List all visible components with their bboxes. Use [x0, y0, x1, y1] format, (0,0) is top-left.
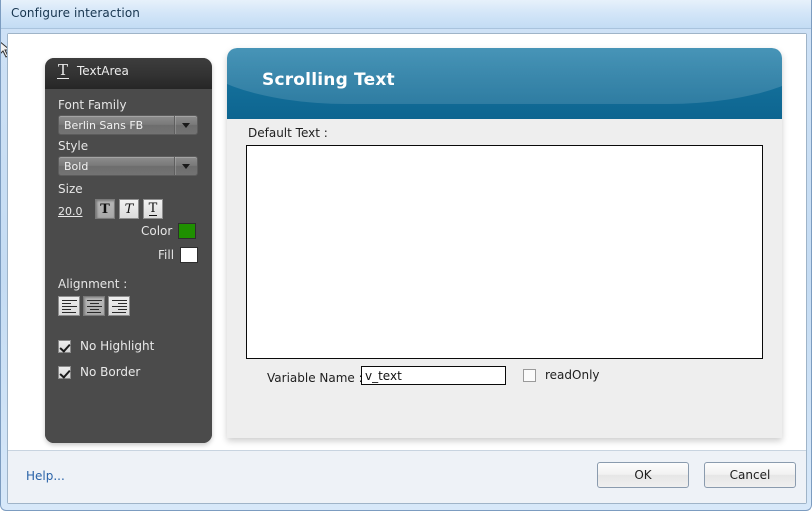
- color-label: Color: [141, 224, 173, 238]
- properties-tab-inner: T TextArea: [57, 63, 129, 79]
- variable-name-input[interactable]: v_text: [361, 366, 506, 385]
- help-link[interactable]: Help...: [26, 469, 65, 483]
- size-label: Size: [58, 182, 83, 196]
- default-text-input[interactable]: [246, 145, 763, 359]
- card-header: Scrolling Text: [227, 48, 782, 119]
- ok-button[interactable]: OK: [597, 462, 689, 488]
- window-title: Configure interaction: [11, 6, 140, 20]
- style-label: Style: [58, 139, 89, 153]
- dialog-client-area: T TextArea Font Family Berlin Sans FB St…: [7, 33, 807, 504]
- properties-tab-label: TextArea: [77, 64, 129, 78]
- no-border-label: No Border: [80, 365, 141, 379]
- dialog-window: Configure interaction T TextArea Font Fa…: [0, 0, 812, 511]
- chevron-down-icon[interactable]: [174, 116, 197, 134]
- card-title: Scrolling Text: [262, 70, 395, 90]
- alignment-label: Alignment :: [58, 277, 128, 291]
- font-family-value: Berlin Sans FB: [64, 118, 144, 132]
- read-only-label: readOnly: [545, 368, 600, 382]
- dialog-content: T TextArea Font Family Berlin Sans FB St…: [8, 34, 806, 452]
- no-border-checkbox[interactable]: No Border: [58, 365, 140, 379]
- properties-tab-textarea[interactable]: T TextArea: [45, 58, 212, 90]
- size-value[interactable]: 20.0: [58, 205, 83, 218]
- no-highlight-checkbox[interactable]: No Highlight: [58, 339, 154, 353]
- align-right-button[interactable]: [108, 296, 130, 316]
- default-text-label: Default Text :: [248, 126, 328, 140]
- italic-button[interactable]: T: [119, 199, 139, 219]
- dialog-footer: Help... OK Cancel: [8, 450, 806, 503]
- font-family-label: Font Family: [58, 98, 127, 112]
- checkbox-box-icon: [523, 368, 536, 382]
- no-highlight-label: No Highlight: [80, 339, 155, 353]
- read-only-checkbox[interactable]: readOnly: [523, 368, 600, 382]
- text-t-icon: T: [57, 61, 70, 79]
- checkmark-icon: [58, 365, 71, 379]
- title-bar: Configure interaction: [1, 0, 811, 29]
- align-center-button[interactable]: [83, 296, 105, 316]
- card-body: Default Text : Variable Name : v_text re…: [227, 119, 782, 438]
- cancel-button[interactable]: Cancel: [704, 462, 796, 488]
- properties-panel: T TextArea Font Family Berlin Sans FB St…: [45, 58, 212, 443]
- style-select[interactable]: Bold: [58, 156, 198, 176]
- fill-row: Fill: [158, 247, 199, 263]
- chevron-down-icon[interactable]: [174, 157, 197, 175]
- bold-button[interactable]: T: [95, 199, 115, 219]
- align-left-button[interactable]: [58, 296, 80, 316]
- fill-swatch[interactable]: [180, 247, 199, 263]
- color-swatch[interactable]: [178, 223, 197, 239]
- color-row: Color: [141, 223, 197, 239]
- font-family-select[interactable]: Berlin Sans FB: [58, 115, 198, 135]
- style-value: Bold: [64, 159, 89, 173]
- properties-body: Font Family Berlin Sans FB Style Bold Si…: [45, 89, 212, 443]
- fill-label: Fill: [158, 248, 175, 262]
- variable-name-label: Variable Name :: [267, 371, 363, 385]
- checkmark-icon: [58, 339, 71, 353]
- editor-card: Scrolling Text Default Text : Variable N…: [227, 48, 782, 438]
- underline-button[interactable]: T: [143, 199, 163, 219]
